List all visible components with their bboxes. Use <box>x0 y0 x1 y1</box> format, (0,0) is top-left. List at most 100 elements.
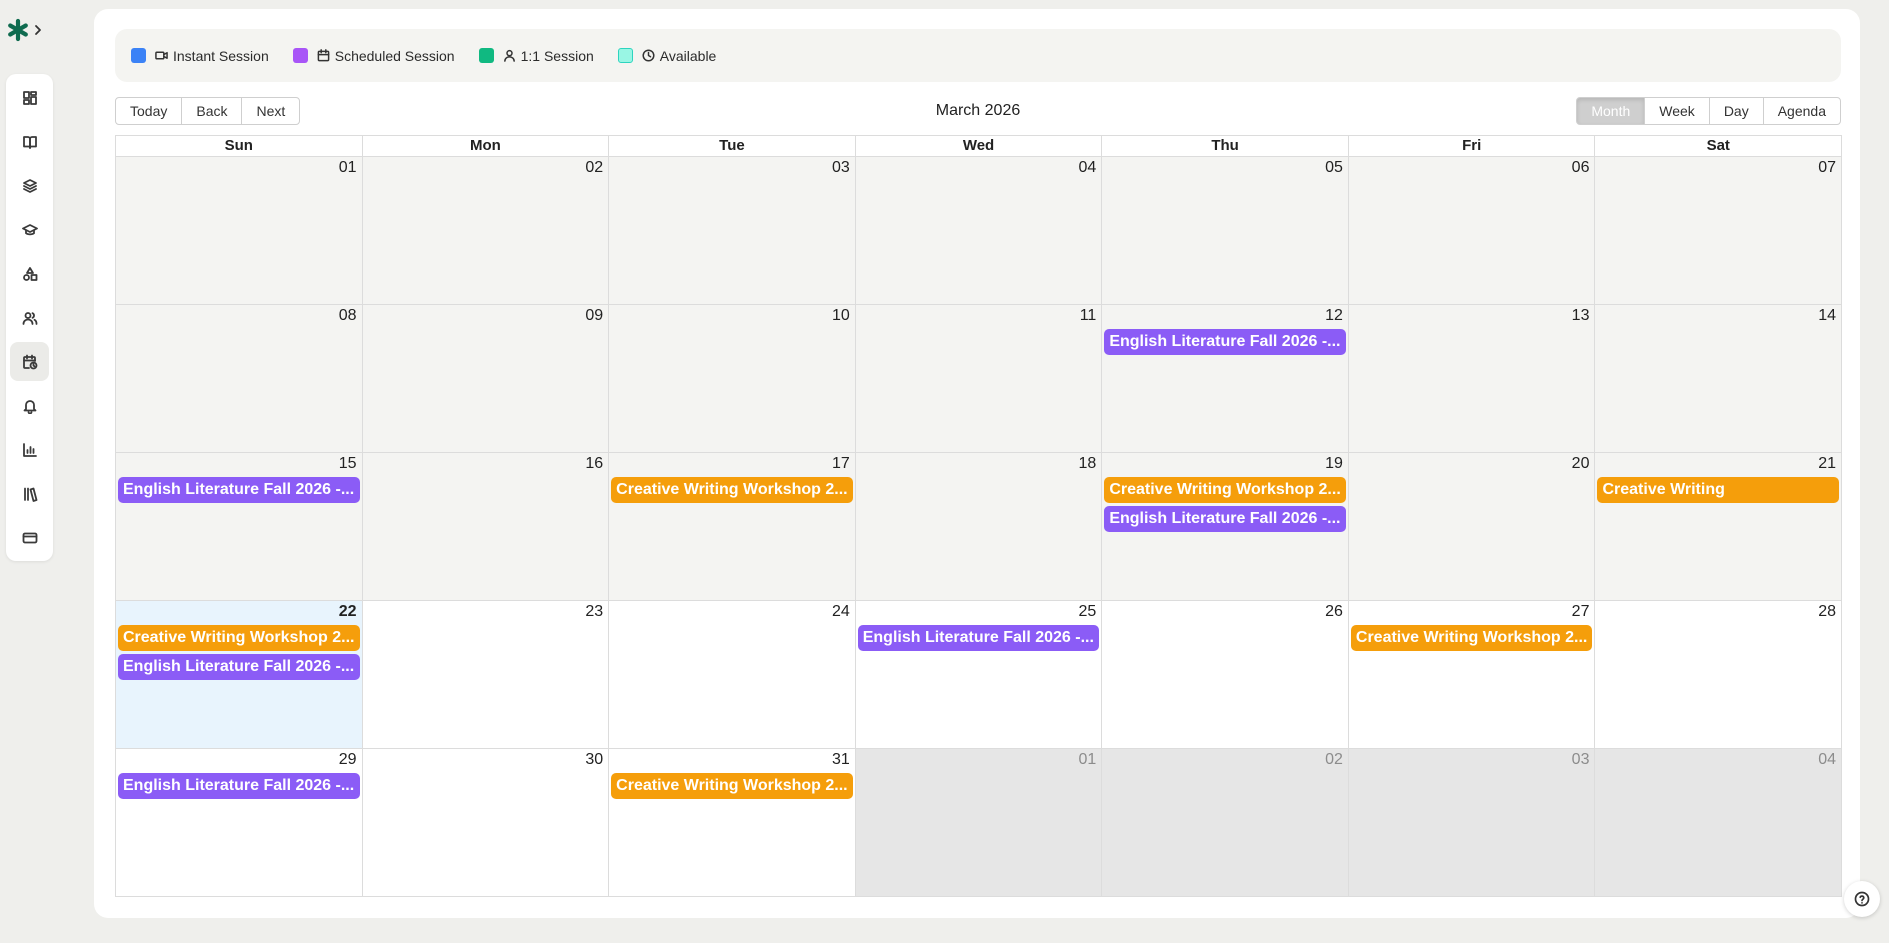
day-cell[interactable]: 02 <box>361 157 609 304</box>
nav-dashboard[interactable] <box>10 78 49 117</box>
day-cell[interactable]: 10 <box>608 305 855 452</box>
date-number[interactable]: 29 <box>339 751 357 769</box>
nav-academics[interactable] <box>10 210 49 249</box>
date-number[interactable]: 31 <box>832 751 850 769</box>
day-cell[interactable]: 28 <box>1594 601 1841 748</box>
day-cell[interactable]: 31 Creative Writing Workshop 2... <box>608 749 855 896</box>
date-number[interactable]: 02 <box>585 159 603 177</box>
calendar-event[interactable]: Creative Writing Workshop 2... <box>611 773 853 799</box>
date-number[interactable]: 14 <box>1818 307 1836 325</box>
brand-toggle[interactable] <box>6 16 50 44</box>
date-number[interactable]: 01 <box>339 159 357 177</box>
day-cell[interactable]: 30 <box>361 749 609 896</box>
nav-users[interactable] <box>10 298 49 337</box>
day-cell[interactable]: 16 <box>361 453 609 600</box>
day-cell[interactable]: 03 <box>608 157 855 304</box>
date-number[interactable]: 18 <box>1079 455 1097 473</box>
day-cell[interactable]: 01 <box>854 749 1102 896</box>
day-cell[interactable]: 14 <box>1594 305 1842 452</box>
day-cell[interactable]: 07 <box>1594 157 1842 304</box>
nav-shapes[interactable] <box>10 254 49 293</box>
date-number[interactable]: 16 <box>585 455 603 473</box>
date-number[interactable]: 23 <box>585 603 603 621</box>
day-cell[interactable]: 20 <box>1347 453 1595 600</box>
date-number[interactable]: 17 <box>832 455 850 473</box>
nav-notifications[interactable] <box>10 386 49 425</box>
calendar-event[interactable]: English Literature Fall 2026 -... <box>1104 506 1346 532</box>
date-number[interactable]: 03 <box>1572 751 1590 769</box>
day-cell[interactable]: 29 English Literature Fall 2026 -... <box>116 749 362 896</box>
date-number[interactable]: 28 <box>1818 603 1836 621</box>
day-cell[interactable]: 12 English Literature Fall 2026 -... <box>1101 305 1348 452</box>
date-number[interactable]: 19 <box>1325 455 1343 473</box>
day-cell[interactable]: 27 Creative Writing Workshop 2... <box>1347 601 1595 748</box>
date-number[interactable]: 26 <box>1325 603 1343 621</box>
view-day-button[interactable]: Day <box>1708 97 1764 125</box>
day-cell[interactable]: 05 <box>1101 157 1348 304</box>
day-cell[interactable]: 08 <box>116 305 362 452</box>
today-button[interactable]: Today <box>115 97 183 125</box>
day-cell[interactable]: 06 <box>1347 157 1595 304</box>
date-number[interactable]: 01 <box>1079 751 1097 769</box>
calendar-event[interactable]: Creative Writing Workshop 2... <box>1350 625 1593 651</box>
date-number[interactable]: 04 <box>1818 751 1836 769</box>
view-week-button[interactable]: Week <box>1644 97 1710 125</box>
date-number[interactable]: 09 <box>585 307 603 325</box>
calendar-event[interactable]: English Literature Fall 2026 -... <box>857 625 1100 651</box>
day-cell[interactable]: 26 <box>1101 601 1348 748</box>
day-cell[interactable]: 11 <box>854 305 1102 452</box>
date-number[interactable]: 30 <box>585 751 603 769</box>
day-cell[interactable]: 17 Creative Writing Workshop 2... <box>608 453 855 600</box>
day-cell[interactable]: 23 <box>361 601 609 748</box>
next-button[interactable]: Next <box>241 97 301 125</box>
date-number[interactable]: 22 <box>339 603 357 621</box>
date-number[interactable]: 05 <box>1325 159 1343 177</box>
view-agenda-button[interactable]: Agenda <box>1762 97 1841 125</box>
date-number[interactable]: 02 <box>1325 751 1343 769</box>
day-cell[interactable]: 21 Creative Writing <box>1594 453 1842 600</box>
day-cell[interactable]: 01 <box>116 157 362 304</box>
date-number[interactable]: 24 <box>832 603 850 621</box>
date-number[interactable]: 06 <box>1572 159 1590 177</box>
nav-billing[interactable] <box>10 518 49 557</box>
nav-courses[interactable] <box>10 122 49 161</box>
date-number[interactable]: 25 <box>1079 603 1097 621</box>
day-cell[interactable]: 18 <box>854 453 1102 600</box>
nav-layers[interactable] <box>10 166 49 205</box>
day-cell[interactable]: 02 <box>1101 749 1348 896</box>
back-button[interactable]: Back <box>181 97 243 125</box>
day-cell[interactable]: 03 <box>1347 749 1595 896</box>
date-number[interactable]: 27 <box>1572 603 1590 621</box>
date-number[interactable]: 20 <box>1572 455 1590 473</box>
date-number[interactable]: 15 <box>339 455 357 473</box>
calendar-event[interactable]: English Literature Fall 2026 -... <box>118 773 360 799</box>
nav-calendar[interactable] <box>10 342 49 381</box>
day-cell-today[interactable]: 22 Creative Writing Workshop 2... English … <box>116 601 362 748</box>
date-number[interactable]: 04 <box>1079 159 1097 177</box>
calendar-event[interactable]: Creative Writing <box>1597 477 1840 503</box>
nav-library[interactable] <box>10 474 49 513</box>
calendar-event[interactable]: Creative Writing Workshop 2... <box>1104 477 1346 503</box>
date-number[interactable]: 03 <box>832 159 850 177</box>
help-button[interactable] <box>1844 881 1880 917</box>
date-number[interactable]: 11 <box>1080 307 1097 325</box>
view-month-button[interactable]: Month <box>1576 97 1646 125</box>
day-cell[interactable]: 24 <box>608 601 855 748</box>
calendar-event[interactable]: English Literature Fall 2026 -... <box>118 477 360 503</box>
calendar-event[interactable]: Creative Writing Workshop 2... <box>611 477 853 503</box>
day-cell[interactable]: 04 <box>1594 749 1842 896</box>
day-cell[interactable]: 15 English Literature Fall 2026 -... <box>116 453 362 600</box>
date-number[interactable]: 13 <box>1572 307 1590 325</box>
day-cell[interactable]: 19 Creative Writing Workshop 2... English … <box>1101 453 1348 600</box>
date-number[interactable]: 08 <box>339 307 357 325</box>
calendar-event[interactable]: English Literature Fall 2026 -... <box>118 654 360 680</box>
day-cell[interactable]: 04 <box>854 157 1102 304</box>
day-cell[interactable]: 25 English Literature Fall 2026 -... <box>854 601 1102 748</box>
date-number[interactable]: 21 <box>1818 455 1836 473</box>
date-number[interactable]: 07 <box>1818 159 1836 177</box>
calendar-event[interactable]: English Literature Fall 2026 -... <box>1104 329 1346 355</box>
nav-analytics[interactable] <box>10 430 49 469</box>
day-cell[interactable]: 09 <box>361 305 609 452</box>
day-cell[interactable]: 13 <box>1347 305 1595 452</box>
date-number[interactable]: 10 <box>832 307 850 325</box>
